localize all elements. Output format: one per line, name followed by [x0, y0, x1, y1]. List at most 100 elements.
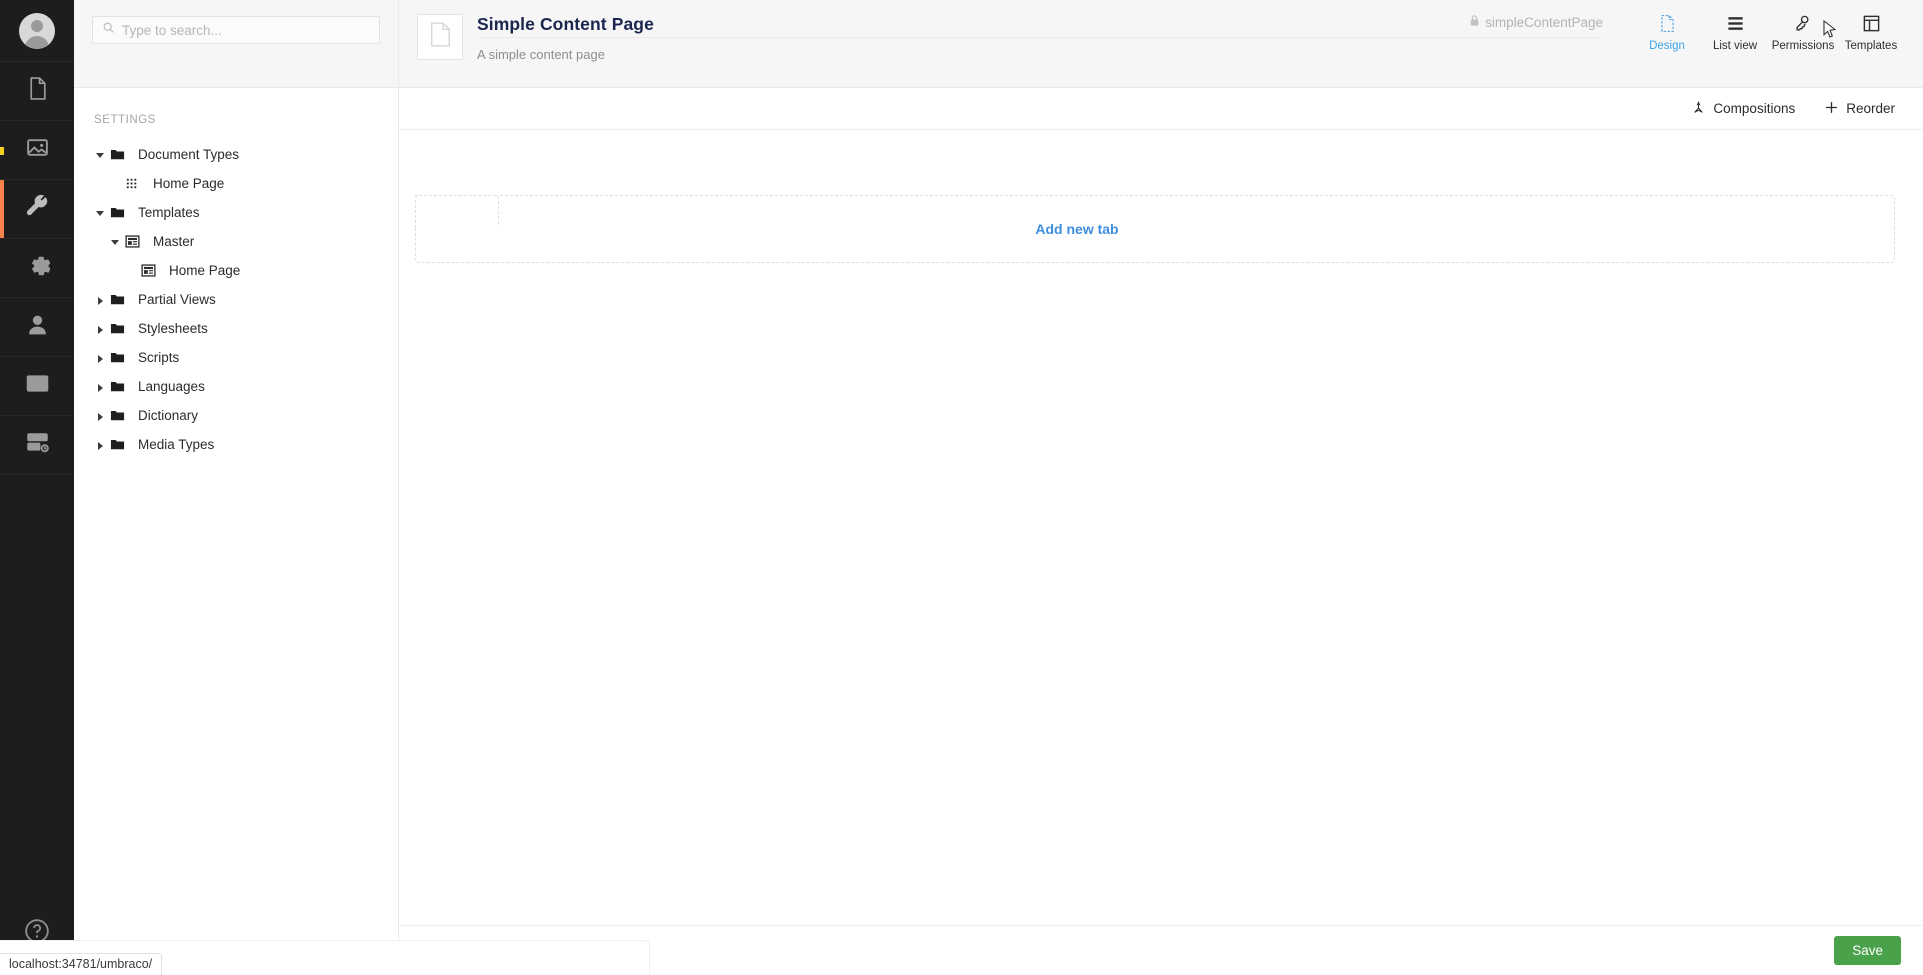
tab-label: Design	[1649, 40, 1685, 52]
folder-icon	[110, 205, 129, 221]
settings-tree: Document Types Home Page Templates Master Ho…	[74, 140, 398, 459]
editor-header: simpleContentPage A simple content page …	[399, 0, 1923, 88]
tree-node-stylesheets[interactable]: Stylesheets	[74, 314, 398, 343]
design-icon	[1658, 12, 1677, 35]
chevron-right-icon[interactable]	[94, 409, 108, 423]
no-chevron	[109, 177, 123, 191]
app-root: SETTINGS Document Types Home Page Template…	[0, 0, 1923, 975]
doctype-thumbnail	[417, 14, 463, 60]
chevron-right-icon[interactable]	[94, 293, 108, 307]
tree-node-label: Master	[153, 233, 195, 249]
tree-node-scripts[interactable]: Scripts	[74, 343, 398, 372]
chevron-down-icon[interactable]	[109, 235, 123, 249]
no-chevron	[125, 264, 139, 278]
add-new-tab-button[interactable]: Add new tab	[1035, 221, 1118, 237]
folder-icon	[110, 321, 129, 337]
reorder-button[interactable]: Reorder	[1825, 101, 1895, 117]
permissions-icon	[1794, 12, 1813, 35]
compositions-label: Compositions	[1713, 101, 1796, 116]
tab-stub-placeholder[interactable]	[415, 195, 499, 227]
name-column: simpleContentPage A simple content page	[477, 12, 1633, 62]
tab-design[interactable]: Design	[1639, 10, 1695, 54]
tree-node-partial-views[interactable]: Partial Views	[74, 285, 398, 314]
tab-list-view[interactable]: List view	[1707, 10, 1763, 54]
reorder-label: Reorder	[1846, 101, 1895, 116]
compositions-icon	[1692, 100, 1705, 117]
template-icon	[125, 234, 144, 250]
tree-node-languages[interactable]: Languages	[74, 372, 398, 401]
chevron-down-icon[interactable]	[94, 206, 108, 220]
plus-move-icon	[1825, 101, 1838, 117]
tree-node-label: Stylesheets	[138, 320, 208, 336]
name-row: simple Content Page	[477, 12, 1633, 38]
list-view-icon	[1726, 12, 1745, 35]
tree-node-label: Media Types	[138, 436, 215, 452]
wrench-icon	[25, 194, 50, 224]
tree-node-label: Languages	[138, 378, 205, 394]
tree-node-label: Document Types	[138, 146, 240, 162]
tab-label: Permissions	[1771, 40, 1835, 52]
sidebar-item-users[interactable]	[0, 298, 74, 357]
image-icon	[25, 135, 50, 165]
doctype-icon	[125, 176, 144, 192]
sidebar-item-packages[interactable]	[0, 239, 74, 298]
tree-node-label: Templates	[138, 204, 200, 220]
name-underline	[477, 37, 1603, 38]
folder-icon	[110, 350, 129, 366]
chevron-right-icon[interactable]	[94, 380, 108, 394]
folder-icon	[110, 147, 129, 163]
search-input[interactable]	[122, 22, 379, 38]
avatar-button[interactable]	[0, 0, 74, 62]
avatar	[19, 12, 55, 49]
tree-node-media-types[interactable]: Media Types	[74, 430, 398, 459]
folder-icon	[110, 379, 129, 395]
document-icon	[25, 76, 50, 106]
tree-node-document-types[interactable]: Document Types	[74, 140, 398, 169]
chevron-right-icon[interactable]	[94, 351, 108, 365]
sidebar-item-members[interactable]	[0, 357, 74, 416]
editor-tab-bar: Design List view Permissions Templates	[1633, 10, 1905, 54]
sidebar-item-content[interactable]	[0, 62, 74, 121]
doctype-name-input[interactable]	[477, 12, 1373, 38]
chevron-right-icon[interactable]	[94, 438, 108, 452]
tree-node-home-page[interactable]: Home Page	[74, 256, 398, 285]
tab-placeholder-group: Add new tab	[415, 195, 1895, 263]
tree-node-label: Home Page	[153, 175, 225, 191]
sidebar-item-forms[interactable]	[0, 416, 74, 475]
forms-icon	[25, 430, 50, 460]
editor-pane: simpleContentPage A simple content page …	[399, 0, 1923, 975]
tab-label: List view	[1712, 40, 1758, 52]
sidebar-item-media[interactable]	[0, 121, 74, 180]
template-icon	[141, 263, 160, 279]
document-icon	[430, 22, 451, 52]
tree-section-title: SETTINGS	[94, 114, 156, 126]
chevron-right-icon[interactable]	[94, 322, 108, 336]
save-button[interactable]: Save	[1834, 936, 1901, 965]
tree-node-label: Scripts	[138, 349, 180, 365]
status-bar-url: localhost:34781/umbraco/	[0, 953, 163, 975]
sidebar-item-settings[interactable]	[0, 180, 74, 239]
doctype-description: A simple content page	[477, 47, 605, 62]
user-icon	[25, 312, 50, 342]
search-icon	[93, 21, 122, 39]
chevron-down-icon[interactable]	[94, 148, 108, 162]
tree-node-master[interactable]: Master	[74, 227, 398, 256]
alias-value: simpleContentPage	[1485, 14, 1603, 30]
tab-label: Templates	[1844, 40, 1898, 52]
editor-canvas: Add new tab	[399, 130, 1923, 925]
tree-node-home-page[interactable]: Home Page	[74, 169, 398, 198]
folder-icon	[110, 408, 129, 424]
lock-icon	[1469, 14, 1480, 30]
rail-item-list	[0, 62, 74, 475]
tree-node-dictionary[interactable]: Dictionary	[74, 401, 398, 430]
folder-icon	[110, 437, 129, 453]
tree-panel: SETTINGS Document Types Home Page Template…	[74, 0, 399, 975]
tab-body-placeholder: Add new tab	[415, 195, 1895, 263]
alias-field[interactable]: simpleContentPage	[1469, 14, 1603, 30]
search-box[interactable]	[92, 16, 380, 44]
tree-node-templates[interactable]: Templates	[74, 198, 398, 227]
compositions-button[interactable]: Compositions	[1692, 100, 1796, 117]
member-card-icon	[25, 371, 50, 401]
tab-templates[interactable]: Templates	[1843, 10, 1899, 54]
tree-node-label: Home Page	[169, 262, 241, 278]
